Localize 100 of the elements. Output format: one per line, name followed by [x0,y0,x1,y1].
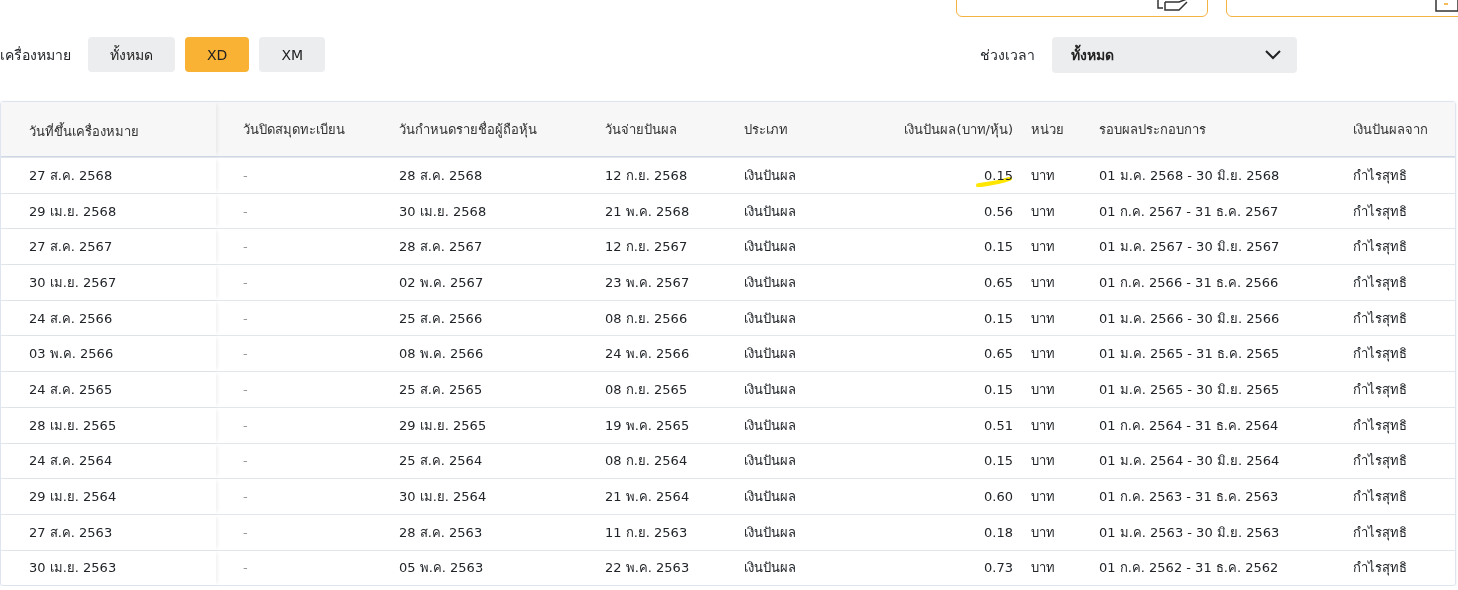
table-cell-text: กำไรสุทธิ [1352,273,1408,293]
table-cell-text: 23 พ.ค. 2567 [604,273,691,292]
table-cell-text: บาท [1030,202,1056,221]
filter-chip[interactable]: ทั้งหมด [88,37,175,72]
table-cell-text: เงินปันผล [743,273,797,292]
table-cell-text: 01 ม.ค. 2566 - 30 มิ.ย. 2566 [1098,309,1281,328]
table-cell-text: 08 ก.ย. 2564 [604,452,689,471]
filter-chip[interactable]: XM [259,37,326,72]
table-cell-text: 05 พ.ค. 2563 [398,559,485,578]
column-header: เงินปันผล(บาท/หุ้น) [903,120,1014,140]
table-cell-text: - [242,238,249,257]
table-cell-text: 19 พ.ค. 2565 [604,416,691,435]
table-cell-text: กำไรสุทธิ [1352,488,1408,507]
table-cell-text: กำไรสุทธิ [1352,166,1408,186]
table-cell-text: บาท [1030,166,1056,185]
table-cell-text: 25 ส.ค. 2565 [398,380,484,399]
column-header: วันจ่ายปันผล [604,120,678,139]
table-cell-text: เงินปันผล [743,380,797,399]
table-cell-text: - [242,202,249,221]
table-cell-text: 01 ม.ค. 2564 - 30 มิ.ย. 2564 [1098,452,1281,471]
table-cell-text: กำไรสุทธิ [1352,380,1408,400]
table-cell: 29 เม.ย. 2568 [1,193,216,229]
table-cell-text: กำไรสุทธิ [1352,202,1408,222]
table-cell-text: 0.18 [983,523,1014,542]
table-cell-text: - [242,166,249,185]
table-cell-text: 25 ส.ค. 2564 [398,452,484,471]
filter-chip[interactable]: XD [185,37,250,72]
period-dropdown[interactable]: ทั้งหมด [1052,36,1297,73]
table-cell: 29 เม.ย. 2564 [1,479,216,514]
table-cell-text: - [242,452,249,471]
table-cell-text: บาท [1030,238,1056,257]
column-header: วันที่ขึ้นเครื่องหมาย [1,102,216,156]
table-cell-text: เงินปันผล [743,452,797,471]
table-cell: 27 ส.ค. 2567 [1,229,216,265]
table-cell-text: 21 พ.ค. 2568 [604,202,691,221]
table-cell-text: 22 พ.ค. 2563 [604,559,691,578]
table-cell-text: กำไรสุทธิ [1352,523,1408,543]
table-cell-text: 0.65 [983,345,1014,364]
table-cell-text: 01 ม.ค. 2565 - 31 ธ.ค. 2565 [1098,345,1281,364]
table-cell-text: 0.56 [983,202,1014,221]
table-cell-text: บาท [1030,309,1056,328]
table-cell-text: 25 ส.ค. 2566 [398,309,484,328]
table-cell-text: - [242,273,249,292]
table-cell-text: 28 ส.ค. 2563 [398,523,484,542]
table-cell-text: บาท [1030,488,1056,507]
column-header: ประเภท [743,120,789,139]
column-header: เงินปันผลจาก [1352,120,1429,139]
table-cell-text: - [242,488,249,507]
period-label: ช่วงเวลา [980,45,1035,65]
table-cell: 03 พ.ค. 2566 [1,336,216,372]
table-cell-text: เงินปันผล [743,559,797,578]
table-cell-text: 08 ก.ย. 2565 [604,380,689,399]
table-cell-text: 01 ก.ค. 2562 - 31 ธ.ค. 2562 [1098,559,1280,578]
table-cell-text: 08 พ.ค. 2566 [398,345,485,364]
table-cell: 24 ส.ค. 2564 [1,443,216,479]
table-cell-text: - [242,523,249,542]
column-header: รอบผลประกอบการ [1098,120,1207,139]
table-cell-text: 0.60 [983,488,1014,507]
table-cell-text: 24 พ.ค. 2566 [604,345,691,364]
table-cell: 24 ส.ค. 2566 [1,300,216,336]
table-cell-text: กำไรสุทธิ [1352,345,1408,364]
table-cell-text: - [242,380,249,399]
table-cell: 28 เม.ย. 2565 [1,407,216,443]
table-cell-text: - [242,345,249,364]
table-cell-text: กำไรสุทธิ [1352,452,1408,471]
table-cell-text: กำไรสุทธิ [1352,559,1408,578]
table-cell-text: เงินปันผล [743,488,797,507]
table-cell-text: เงินปันผล [743,309,797,328]
table-cell-text: 30 เม.ย. 2564 [398,488,488,507]
chevron-down-icon [1265,49,1281,60]
table-cell-text: บาท [1030,523,1056,542]
table-cell-text: กำไรสุทธิ [1352,416,1408,436]
table-cell: 30 เม.ย. 2567 [1,265,216,300]
table-cell-text: 28 ส.ค. 2567 [398,238,484,257]
table-cell-text: บาท [1030,559,1056,578]
table-cell-text: 30 เม.ย. 2568 [398,202,488,221]
table-cell: 27 ส.ค. 2568 [1,158,216,193]
table-cell: 30 เม.ย. 2563 [1,550,216,586]
table-cell-text: 01 ม.ค. 2568 - 30 มิ.ย. 2568 [1098,166,1281,185]
table-cell-text: เงินปันผล [743,523,797,542]
table-cell-text: เงินปันผล [743,202,797,221]
table-cell: 0.15 [984,167,1013,183]
table-cell-text: เงินปันผล [743,345,797,364]
table-cell-text: เงินปันผล [743,416,797,435]
table-cell-text: บาท [1030,380,1056,399]
table-cell: 27 ส.ค. 2563 [1,514,216,550]
table-cell-text: บาท [1030,345,1056,364]
table-cell-text: 0.15 [983,380,1014,399]
table-cell-text: 01 ก.ค. 2563 - 31 ธ.ค. 2563 [1098,488,1280,507]
table-cell-text: กำไรสุทธิ [1352,309,1408,329]
table-cell-text: 0.15 [983,238,1014,257]
column-header: หน่วย [1030,120,1065,139]
table-cell-text: กำไรสุทธิ [1352,238,1408,257]
table-cell-text: 21 พ.ค. 2564 [604,488,691,507]
table-cell-text: 29 เม.ย. 2565 [398,416,488,435]
table-cell-text: 02 พ.ค. 2567 [398,273,485,292]
column-header: วันปิดสมุดทะเบียน [242,120,346,140]
table-cell-text: 01 ม.ค. 2567 - 30 มิ.ย. 2567 [1098,238,1281,257]
table-cell-text: 01 ม.ค. 2565 - 30 มิ.ย. 2565 [1098,380,1281,399]
table-cell-text: 0.65 [983,273,1014,292]
